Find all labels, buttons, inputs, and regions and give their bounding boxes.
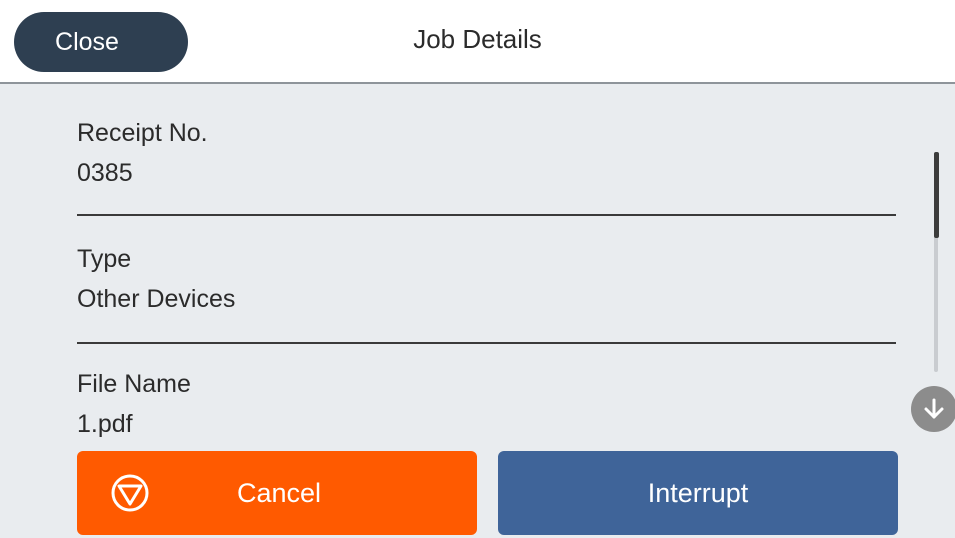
detail-receipt-no: Receipt No. 0385 (77, 118, 897, 188)
divider (77, 214, 896, 216)
cancel-button-label: Cancel (237, 478, 322, 508)
page-title: Job Details (413, 24, 542, 54)
detail-label: File Name (77, 370, 191, 398)
detail-value: Other Devices (77, 285, 236, 313)
detail-file-name: File Name 1.pdf (77, 369, 897, 439)
cancel-button[interactable]: Cancel (77, 451, 477, 535)
divider (77, 342, 896, 344)
close-button-label: Close (55, 27, 119, 56)
detail-value: 1.pdf (77, 410, 133, 438)
interrupt-button-label: Interrupt (647, 477, 749, 508)
detail-type: Type Other Devices (77, 244, 897, 314)
job-details-list[interactable]: Receipt No. 0385 Type Other Devices File… (0, 86, 955, 538)
arrow-down-icon (924, 398, 944, 419)
detail-value: 0385 (77, 159, 133, 187)
detail-label: Type (77, 245, 132, 273)
detail-label: Receipt No. (77, 119, 208, 147)
stop-triangle-icon (111, 474, 149, 512)
scrollbar-thumb[interactable] (934, 152, 939, 238)
scroll-down-button[interactable] (911, 386, 955, 432)
interrupt-button[interactable]: Interrupt (498, 451, 898, 535)
header-bar: Close Job Details (0, 0, 955, 84)
close-button[interactable]: Close (14, 12, 188, 72)
